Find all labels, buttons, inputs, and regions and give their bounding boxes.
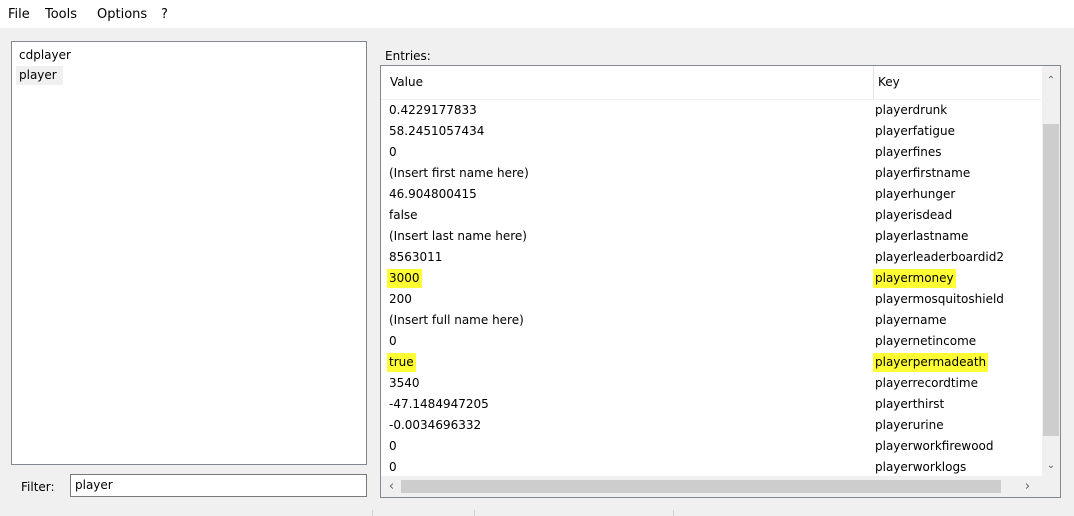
key-cell: playerfines (875, 145, 942, 159)
vertical-scrollbar[interactable]: ⌃ ⌄ (1042, 66, 1060, 476)
table-row[interactable]: 200 playermosquitoshield (381, 289, 1042, 310)
scroll-down-icon[interactable]: ⌄ (1042, 457, 1060, 474)
entries-label: Entries: (385, 49, 431, 63)
table-row[interactable]: 3000 playermoney (381, 268, 1042, 289)
key-cell: playermosquitoshield (875, 292, 1004, 306)
status-bar (0, 509, 1074, 516)
horizontal-scroll-thumb[interactable] (401, 480, 1001, 493)
column-header-key[interactable]: Key (874, 66, 1042, 99)
scroll-up-icon[interactable]: ⌃ (1042, 72, 1060, 89)
list-item-player[interactable]: player (16, 66, 63, 85)
value-cell: false (389, 208, 418, 222)
table-row[interactable]: 3540 playerrecordtime (381, 373, 1042, 394)
value-cell: 200 (389, 292, 412, 306)
value-cell: -47.1484947205 (389, 397, 489, 411)
scroll-corner (1042, 476, 1060, 497)
table-row[interactable]: (Insert first name here) playerfirstname (381, 163, 1042, 184)
scroll-left-icon[interactable]: ‹ (383, 476, 400, 497)
filter-input[interactable]: player (70, 474, 367, 497)
table-row[interactable]: 46.904800415 playerhunger (381, 184, 1042, 205)
value-cell: (Insert first name here) (389, 166, 529, 180)
menu-options[interactable]: Options (95, 6, 149, 24)
value-cell: (Insert full name here) (389, 313, 524, 327)
value-cell: 0 (389, 439, 397, 453)
table-row[interactable]: 0.4229177833 playerdrunk (381, 100, 1042, 121)
menu-bar: File Tools Options ? (0, 0, 1074, 28)
scroll-right-icon[interactable]: › (1019, 476, 1036, 497)
table-row[interactable]: 8563011 playerleaderboardid2 (381, 247, 1042, 268)
menu-help[interactable]: ? (159, 6, 170, 24)
key-cell: playerthirst (875, 397, 945, 411)
key-cell: playerdrunk (875, 103, 948, 117)
table-row[interactable]: true playerpermadeath (381, 352, 1042, 373)
key-cell: playerfirstname (875, 166, 971, 180)
status-separator (474, 510, 475, 516)
value-cell: 46.904800415 (389, 187, 477, 201)
value-cell: 8563011 (389, 250, 443, 264)
value-cell: 3000 (387, 269, 422, 288)
list-item-cdplayer[interactable]: cdplayer (16, 46, 77, 65)
table-row[interactable]: -47.1484947205 playerthirst (381, 394, 1042, 415)
status-separator (673, 510, 674, 516)
key-cell: playermoney (873, 269, 956, 288)
key-cell: playerpermadeath (873, 353, 989, 372)
key-cell: playername (875, 313, 947, 327)
filter-label: Filter: (21, 480, 55, 494)
table-row[interactable]: 0 playerworklogs (381, 457, 1042, 478)
entries-table: Value Key 0.4229177833 playerdrunk 58.2451… (380, 65, 1061, 498)
table-row[interactable]: (Insert full name here) playername (381, 310, 1042, 331)
value-cell: true (387, 353, 416, 372)
key-cell: playerlastname (875, 229, 969, 243)
value-cell: 3540 (389, 376, 420, 390)
status-separator (372, 510, 373, 516)
value-cell: 0 (389, 334, 397, 348)
value-cell: (Insert last name here) (389, 229, 527, 243)
menu-tools[interactable]: Tools (43, 6, 79, 24)
column-header-value[interactable]: Value (381, 66, 874, 99)
value-cell: 0.4229177833 (389, 103, 477, 117)
table-row[interactable]: (Insert last name here) playerlastname (381, 226, 1042, 247)
key-cell: playerworkfirewood (875, 439, 994, 453)
vertical-scroll-thumb[interactable] (1043, 124, 1059, 436)
variable-file-list[interactable]: cdplayer player (11, 41, 367, 465)
table-row[interactable]: false playerisdead (381, 205, 1042, 226)
table-row[interactable]: -0.0034696332 playerurine (381, 415, 1042, 436)
value-cell: 58.2451057434 (389, 124, 485, 138)
value-cell: -0.0034696332 (389, 418, 482, 432)
menu-file[interactable]: File (6, 6, 32, 24)
key-cell: playernetincome (875, 334, 977, 348)
table-row[interactable]: 0 playernetincome (381, 331, 1042, 352)
table-row[interactable]: 0 playerfines (381, 142, 1042, 163)
table-row[interactable]: 0 playerworkfirewood (381, 436, 1042, 457)
key-cell: playerhunger (875, 187, 956, 201)
table-row[interactable]: 58.2451057434 playerfatigue (381, 121, 1042, 142)
key-cell: playerfatigue (875, 124, 955, 138)
key-cell: playerworklogs (875, 460, 967, 474)
value-cell: 0 (389, 145, 397, 159)
horizontal-scrollbar[interactable]: ‹ › (381, 476, 1042, 497)
key-cell: playerleaderboardid2 (875, 250, 1004, 264)
value-cell: 0 (389, 460, 397, 474)
key-cell: playerrecordtime (875, 376, 978, 390)
key-cell: playerurine (875, 418, 944, 432)
key-cell: playerisdead (875, 208, 953, 222)
